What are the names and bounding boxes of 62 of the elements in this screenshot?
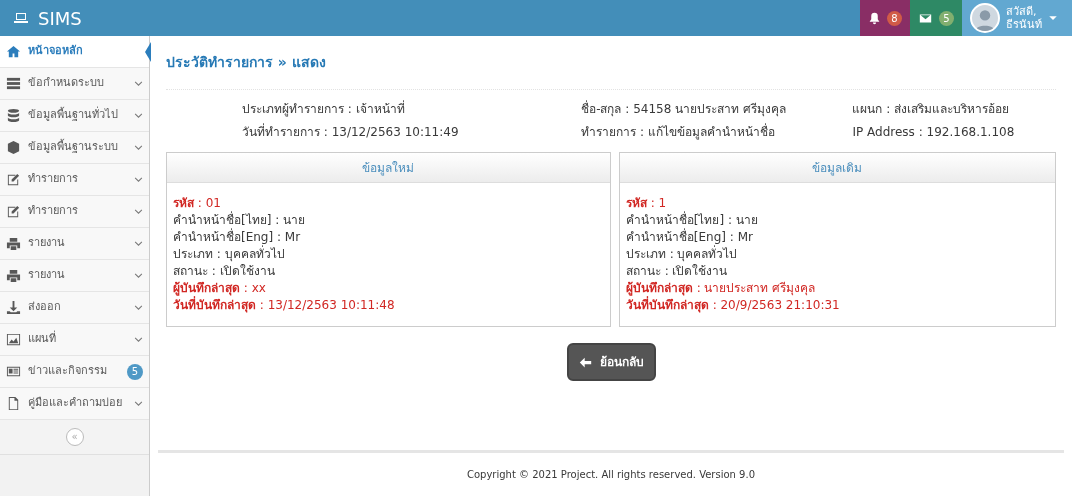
printer-icon xyxy=(6,268,21,283)
info-text: วันที่ทำรายการ : 13/12/2563 10:11:49 xyxy=(242,125,459,139)
notifications-button[interactable]: 8 xyxy=(860,0,910,36)
sidebar-item[interactable]: รายงาน xyxy=(0,260,149,292)
field-text: คำนำหน้าชื่อ[Eng] : Mr xyxy=(173,229,301,245)
laptop-icon xyxy=(12,10,30,26)
field-text: สถานะ : เปิดใช้งาน xyxy=(173,263,275,280)
envelope-icon xyxy=(918,11,933,25)
bell-icon xyxy=(868,11,881,25)
panel-title: ข้อมูลเดิม xyxy=(812,161,863,175)
field-text: รหัส : 1 xyxy=(625,195,667,211)
server-icon xyxy=(6,76,21,91)
sidebar-item[interactable]: รายงาน xyxy=(0,228,149,260)
message-count: 5 xyxy=(939,10,954,26)
sidebar-item[interactable]: ข้อมูลพื้นฐานทั่วไป xyxy=(0,100,149,132)
edit-icon xyxy=(6,172,21,187)
field-text: ผู้บันทึกล่าสุด : นายประสาท ศรีมุงคุล xyxy=(625,280,816,297)
field-text: คำนำหน้าชื่อ[ไทย] : นาย xyxy=(625,212,758,228)
sidebar-item[interactable]: ข้อกำหนดระบบ xyxy=(0,68,149,100)
printer-icon xyxy=(6,236,21,251)
field-text: รหัส : 01 xyxy=(173,195,221,211)
notification-count: 8 xyxy=(887,10,902,26)
field-text: คำนำหน้าชื่อ[Eng] : Mr xyxy=(625,229,753,245)
brand-title: SIMS xyxy=(38,6,82,31)
image-icon xyxy=(6,332,21,347)
sidebar-item[interactable]: ทำรายการ xyxy=(0,164,149,196)
avatar xyxy=(970,3,1000,33)
sidebar-item[interactable]: ข้อมูลพื้นฐานระบบ xyxy=(0,132,149,164)
download-icon xyxy=(6,300,21,315)
field-text: วันที่บันทึกล่าสุด : 13/12/2563 10:11:48 xyxy=(173,297,395,314)
field-text: คำนำหน้าชื่อ[ไทย] : นาย xyxy=(173,212,306,228)
sidebar-item[interactable]: ส่งออก xyxy=(0,292,149,324)
field-text: ประเภท : บุคคลทั่วไป xyxy=(173,246,285,263)
field-text: วันที่บันทึกล่าสุด : 20/9/2563 21:10:31 xyxy=(625,297,840,314)
sidebar-item[interactable]: คู่มือและคำถามบ่อย xyxy=(0,388,149,420)
copyright-text: Copyright © 2021 Project. All rights reserved. Version 9.0 xyxy=(467,469,755,480)
arrow-left-icon xyxy=(578,355,592,369)
sidebar-item[interactable]: ข่าวและกิจกรรม 5 xyxy=(0,356,149,388)
sidebar-item[interactable]: ทำรายการ xyxy=(0,196,149,228)
cube-icon xyxy=(6,140,21,155)
newspaper-icon xyxy=(6,364,21,379)
home-icon xyxy=(6,44,21,59)
info-text: ทำรายการ : แก้ไขข้อมูลคำนำหน้าชื่อ xyxy=(581,125,775,139)
edit-icon xyxy=(6,204,21,219)
info-text: IP Address : 192.168.1.108 xyxy=(852,125,1015,139)
field-text: ประเภท : บุคคลทั่วไป xyxy=(625,246,738,263)
sidebar-item[interactable]: หน้าจอหลัก xyxy=(0,36,149,68)
sidebar-item[interactable]: แผนที่ xyxy=(0,324,149,356)
user-name: ธีรนันท์ xyxy=(1006,18,1042,31)
page-title: ประวัติทำรายการ » แสดง xyxy=(166,53,327,72)
field-text: ผู้บันทึกล่าสุด : xx xyxy=(173,280,266,297)
panel-title: ข้อมูลใหม่ xyxy=(362,161,415,175)
count-badge: 5 xyxy=(127,363,143,380)
info-text: ชื่อ-สกุล : 54158 นายประสาท ศรีมุงคุล xyxy=(581,102,786,116)
back-button[interactable]: ย้อนกลับ xyxy=(566,343,656,381)
greeting-text: สวัสดี, xyxy=(1006,5,1038,18)
info-text: แผนก : ส่งเสริมและบริหารอ้อย xyxy=(852,102,1010,116)
database-icon xyxy=(6,108,21,123)
field-text: สถานะ : เปิดใช้งาน xyxy=(625,263,728,280)
info-text: ประเภทผู้ทำรายการ : เจ้าหน้าที่ xyxy=(242,102,405,116)
file-icon xyxy=(6,396,21,411)
pointer-icon xyxy=(143,42,151,62)
